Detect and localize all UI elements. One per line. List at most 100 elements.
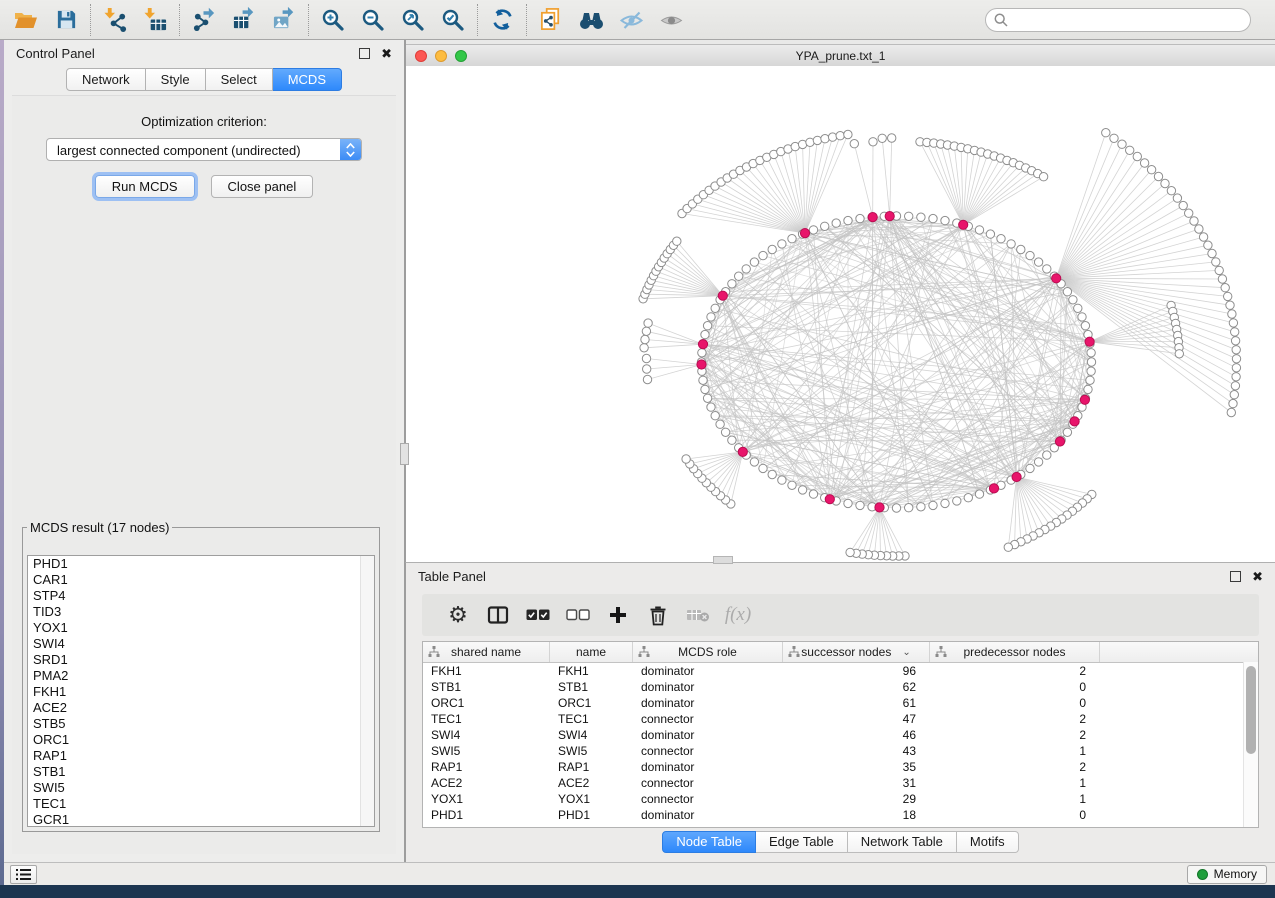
- save-session-button[interactable]: [46, 3, 86, 37]
- cell-successor-nodes[interactable]: 18: [783, 808, 930, 822]
- select-all-button[interactable]: [518, 597, 558, 633]
- tab-motifs[interactable]: Motifs: [957, 831, 1019, 853]
- table-row[interactable]: ORC1ORC1dominator610: [423, 695, 1258, 711]
- cell-name[interactable]: FKH1: [550, 664, 633, 678]
- export-image-button[interactable]: [264, 3, 304, 37]
- cell-name[interactable]: STB1: [550, 680, 633, 694]
- cell-shared-name[interactable]: YOX1: [423, 792, 550, 806]
- zoom-out-button[interactable]: [353, 3, 393, 37]
- cell-shared-name[interactable]: PHD1: [423, 808, 550, 822]
- cell-predecessor-nodes[interactable]: 1: [930, 776, 1100, 790]
- cell-shared-name[interactable]: SWI4: [423, 728, 550, 742]
- vertical-splitter-handle[interactable]: [400, 443, 409, 465]
- apply-layout-button[interactable]: [482, 3, 522, 37]
- cell-successor-nodes[interactable]: 47: [783, 712, 930, 726]
- table-row[interactable]: PHD1PHD1dominator180: [423, 807, 1258, 823]
- cell-shared-name[interactable]: ORC1: [423, 696, 550, 710]
- first-neighbors-button[interactable]: [571, 3, 611, 37]
- cell-predecessor-nodes[interactable]: 2: [930, 712, 1100, 726]
- show-all-button[interactable]: [651, 3, 691, 37]
- cell-mcds-role[interactable]: dominator: [633, 696, 783, 710]
- cell-predecessor-nodes[interactable]: 1: [930, 792, 1100, 806]
- search-input[interactable]: [1013, 10, 1250, 30]
- mcds-result-item[interactable]: YOX1: [28, 620, 374, 636]
- run-mcds-button[interactable]: Run MCDS: [95, 175, 195, 198]
- cell-shared-name[interactable]: STB1: [423, 680, 550, 694]
- cell-shared-name[interactable]: TEC1: [423, 712, 550, 726]
- cell-successor-nodes[interactable]: 62: [783, 680, 930, 694]
- search-box[interactable]: [985, 8, 1251, 32]
- column-header-shared-name[interactable]: shared name: [423, 642, 550, 662]
- import-network-button[interactable]: [95, 3, 135, 37]
- cell-shared-name[interactable]: FKH1: [423, 664, 550, 678]
- mcds-result-item[interactable]: STP4: [28, 588, 374, 604]
- mcds-result-item[interactable]: PMA2: [28, 668, 374, 684]
- mcds-result-item[interactable]: ORC1: [28, 732, 374, 748]
- column-header-name[interactable]: name: [550, 642, 633, 662]
- task-history-button[interactable]: [10, 865, 37, 884]
- memory-button[interactable]: Memory: [1187, 865, 1267, 884]
- cell-mcds-role[interactable]: connector: [633, 712, 783, 726]
- table-row[interactable]: ACE2ACE2connector311: [423, 775, 1258, 791]
- column-header-predecessor-nodes[interactable]: predecessor nodes: [930, 642, 1100, 662]
- tab-node-table[interactable]: Node Table: [662, 831, 756, 853]
- cell-successor-nodes[interactable]: 43: [783, 744, 930, 758]
- import-table-button[interactable]: [135, 3, 175, 37]
- delete-table-button[interactable]: [678, 597, 718, 633]
- cell-successor-nodes[interactable]: 61: [783, 696, 930, 710]
- mcds-result-item[interactable]: GCR1: [28, 812, 374, 827]
- tab-style[interactable]: Style: [146, 68, 206, 91]
- result-scrollbar[interactable]: [360, 556, 374, 826]
- float-panel-icon[interactable]: [359, 48, 370, 59]
- mcds-result-item[interactable]: FKH1: [28, 684, 374, 700]
- scrollbar-thumb[interactable]: [1246, 666, 1256, 754]
- cell-successor-nodes[interactable]: 31: [783, 776, 930, 790]
- mcds-result-item[interactable]: SWI4: [28, 636, 374, 652]
- mcds-result-list[interactable]: PHD1CAR1STP4TID3YOX1SWI4SRD1PMA2FKH1ACE2…: [27, 555, 375, 827]
- cell-shared-name[interactable]: RAP1: [423, 760, 550, 774]
- horizontal-splitter-handle[interactable]: [713, 556, 733, 564]
- table-row[interactable]: TEC1TEC1connector472: [423, 711, 1258, 727]
- table-row[interactable]: FKH1FKH1dominator962: [423, 663, 1258, 679]
- cell-mcds-role[interactable]: dominator: [633, 664, 783, 678]
- cell-name[interactable]: ACE2: [550, 776, 633, 790]
- cell-mcds-role[interactable]: connector: [633, 792, 783, 806]
- cell-name[interactable]: RAP1: [550, 760, 633, 774]
- cell-successor-nodes[interactable]: 29: [783, 792, 930, 806]
- cell-name[interactable]: ORC1: [550, 696, 633, 710]
- zoom-selected-button[interactable]: [433, 3, 473, 37]
- network-window-titlebar[interactable]: YPA_prune.txt_1: [406, 44, 1275, 67]
- cell-name[interactable]: SWI5: [550, 744, 633, 758]
- export-table-button[interactable]: [224, 3, 264, 37]
- cell-shared-name[interactable]: SWI5: [423, 744, 550, 758]
- table-row[interactable]: SWI4SWI4dominator462: [423, 727, 1258, 743]
- open-session-button[interactable]: [6, 3, 46, 37]
- cell-mcds-role[interactable]: dominator: [633, 680, 783, 694]
- cell-mcds-role[interactable]: connector: [633, 776, 783, 790]
- cell-predecessor-nodes[interactable]: 0: [930, 808, 1100, 822]
- table-row[interactable]: YOX1YOX1connector291: [423, 791, 1258, 807]
- delete-column-button[interactable]: [638, 597, 678, 633]
- mcds-result-item[interactable]: RAP1: [28, 748, 374, 764]
- cell-successor-nodes[interactable]: 46: [783, 728, 930, 742]
- network-graph[interactable]: [406, 66, 1275, 562]
- criterion-select[interactable]: largest connected component (undirected): [46, 138, 362, 161]
- table-row[interactable]: SWI5SWI5connector431: [423, 743, 1258, 759]
- cell-predecessor-nodes[interactable]: 1: [930, 744, 1100, 758]
- cell-predecessor-nodes[interactable]: 2: [930, 664, 1100, 678]
- cell-mcds-role[interactable]: dominator: [633, 728, 783, 742]
- cell-name[interactable]: YOX1: [550, 792, 633, 806]
- close-panel-icon[interactable]: ✖: [1252, 570, 1263, 583]
- cell-name[interactable]: TEC1: [550, 712, 633, 726]
- close-panel-button[interactable]: Close panel: [211, 175, 314, 198]
- tab-edge-table[interactable]: Edge Table: [756, 831, 848, 853]
- mcds-result-item[interactable]: TEC1: [28, 796, 374, 812]
- hide-selected-button[interactable]: [611, 3, 651, 37]
- tab-mcds[interactable]: MCDS: [273, 68, 342, 91]
- column-header-successor-nodes[interactable]: successor nodes⌄: [783, 642, 930, 662]
- cell-name[interactable]: SWI4: [550, 728, 633, 742]
- table-scrollbar[interactable]: [1243, 662, 1258, 827]
- function-builder-button[interactable]: f(x): [718, 597, 758, 633]
- tab-network-table[interactable]: Network Table: [848, 831, 957, 853]
- cell-shared-name[interactable]: ACE2: [423, 776, 550, 790]
